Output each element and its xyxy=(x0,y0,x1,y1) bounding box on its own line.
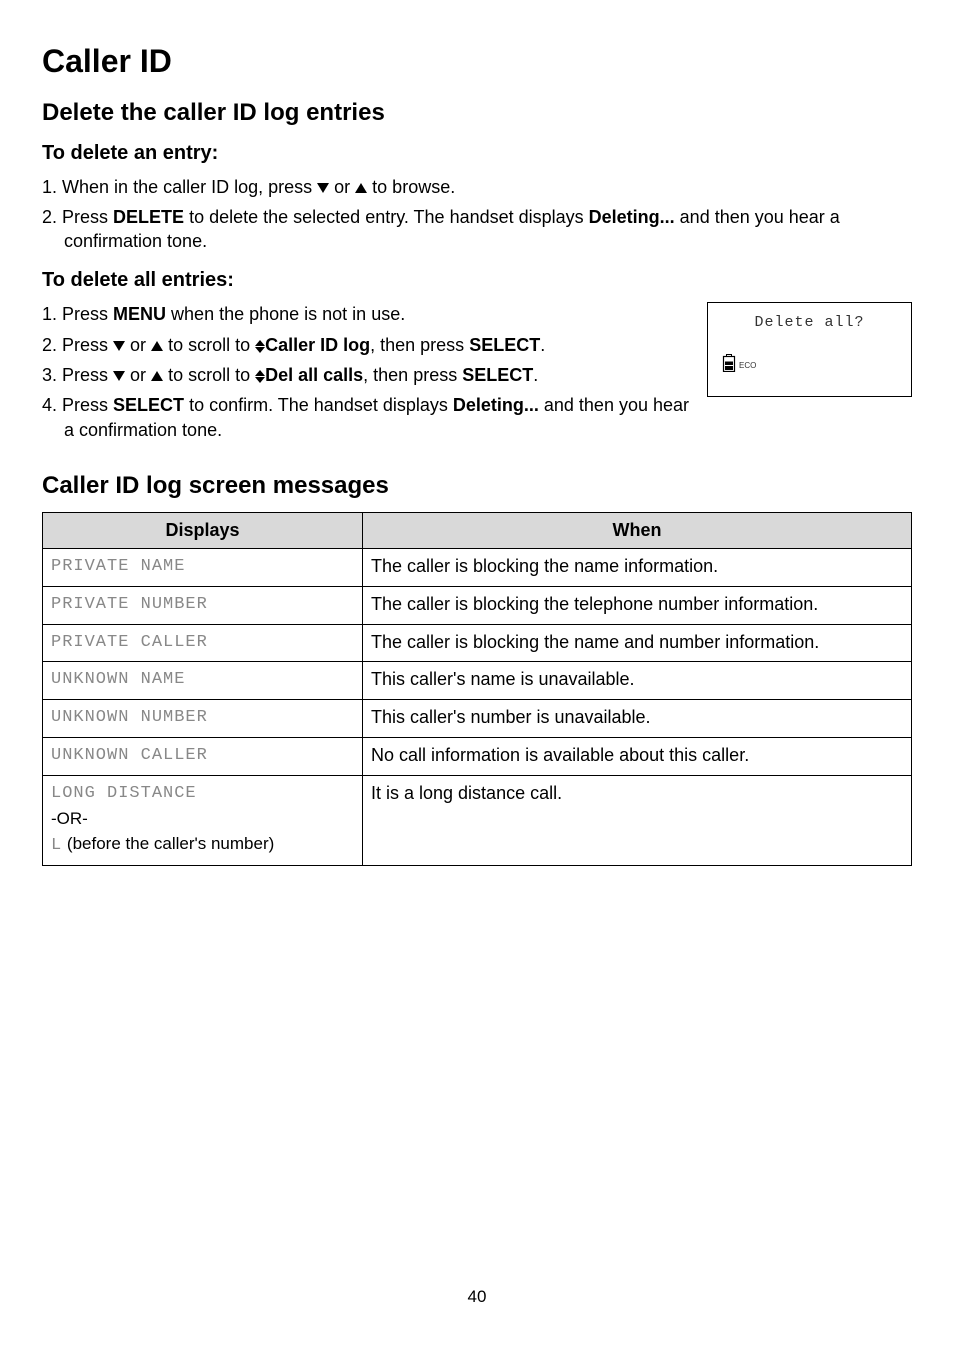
when-cell: This caller's number is unavailable. xyxy=(363,700,912,738)
step-1: 1. Press MENU when the phone is not in u… xyxy=(42,302,692,326)
display-cell: UNKNOWN NAME xyxy=(43,662,363,700)
up-arrow-icon xyxy=(151,341,163,351)
table-header-row: Displays When xyxy=(43,513,912,548)
when-cell: The caller is blocking the name informat… xyxy=(363,548,912,586)
when-cell: No call information is available about t… xyxy=(363,738,912,776)
screen-messages-table: Displays When PRIVATE NAME The caller is… xyxy=(42,512,912,866)
delete-all-steps: 1. Press MENU when the phone is not in u… xyxy=(42,302,692,441)
header-when: When xyxy=(363,513,912,548)
section-delete-entries-title: Delete the caller ID log entries xyxy=(42,97,912,129)
when-cell: It is a long distance call. xyxy=(363,776,912,866)
step-3: 3. Press or to scroll to Del all calls, … xyxy=(42,363,692,387)
display-cell: PRIVATE NAME xyxy=(43,548,363,586)
table-row: PRIVATE CALLER The caller is blocking th… xyxy=(43,624,912,662)
table-row: UNKNOWN NAME This caller's name is unava… xyxy=(43,662,912,700)
display-cell: UNKNOWN CALLER xyxy=(43,738,363,776)
down-arrow-icon xyxy=(317,183,329,193)
table-row: UNKNOWN CALLER No call information is av… xyxy=(43,738,912,776)
up-arrow-icon xyxy=(151,371,163,381)
eco-label: ECO xyxy=(739,361,756,372)
page-title: Caller ID xyxy=(42,40,912,83)
table-row: PRIVATE NAME The caller is blocking the … xyxy=(43,548,912,586)
page-number: 40 xyxy=(42,1286,912,1309)
delete-entry-steps: 1. When in the caller ID log, press or t… xyxy=(42,175,912,254)
handset-screen-panel: Delete all? ECO xyxy=(707,302,912,397)
sub-delete-all-title: To delete all entries: xyxy=(42,267,912,294)
handset-screen-text: Delete all? xyxy=(722,313,897,333)
updown-icon xyxy=(255,340,265,353)
display-cell: PRIVATE NUMBER xyxy=(43,586,363,624)
when-cell: This caller's name is unavailable. xyxy=(363,662,912,700)
battery-icon xyxy=(722,354,736,372)
display-cell: UNKNOWN NUMBER xyxy=(43,700,363,738)
down-arrow-icon xyxy=(113,371,125,381)
step-2: 2. Press DELETE to delete the selected e… xyxy=(42,205,912,254)
display-cell: PRIVATE CALLER xyxy=(43,624,363,662)
step-4: 4. Press SELECT to confirm. The handset … xyxy=(42,393,692,442)
display-cell: LONG DISTANCE -OR- L (before the caller'… xyxy=(43,776,363,866)
sub-delete-entry-title: To delete an entry: xyxy=(42,140,912,167)
section-screen-messages-title: Caller ID log screen messages xyxy=(42,470,912,502)
table-row: UNKNOWN NUMBER This caller's number is u… xyxy=(43,700,912,738)
header-displays: Displays xyxy=(43,513,363,548)
step-1: 1. When in the caller ID log, press or t… xyxy=(42,175,912,199)
step-2: 2. Press or to scroll to Caller ID log, … xyxy=(42,333,692,357)
down-arrow-icon xyxy=(113,341,125,351)
up-arrow-icon xyxy=(355,183,367,193)
table-row: LONG DISTANCE -OR- L (before the caller'… xyxy=(43,776,912,866)
table-row: PRIVATE NUMBER The caller is blocking th… xyxy=(43,586,912,624)
updown-icon xyxy=(255,370,265,383)
when-cell: The caller is blocking the name and numb… xyxy=(363,624,912,662)
when-cell: The caller is blocking the telephone num… xyxy=(363,586,912,624)
